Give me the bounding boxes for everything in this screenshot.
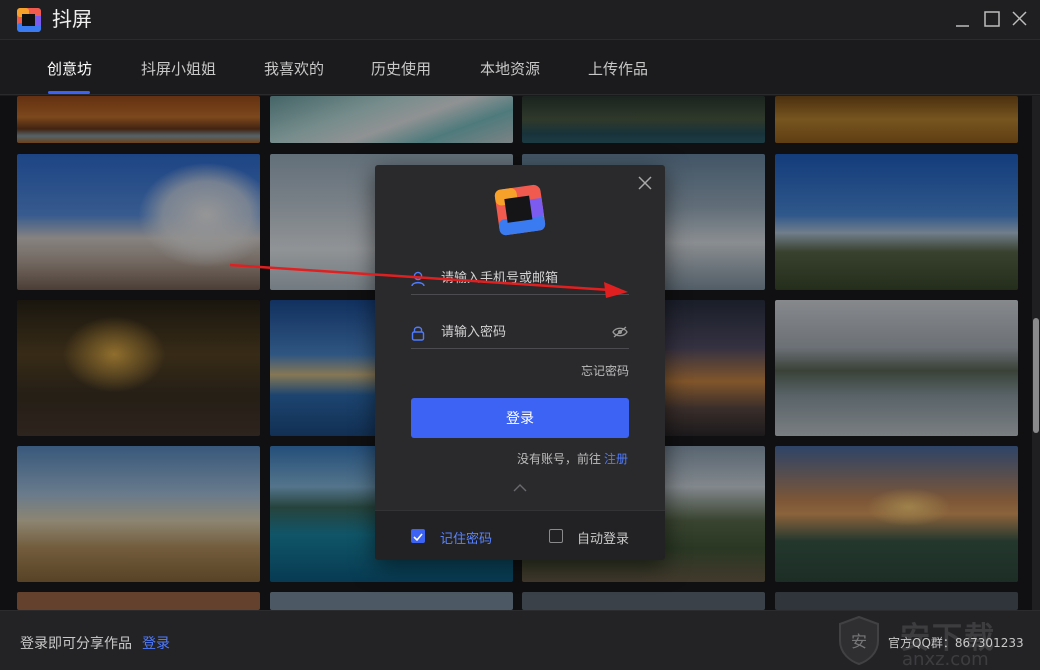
chevron-up-icon[interactable]: [512, 483, 528, 493]
wallpaper-thumbnail[interactable]: [17, 592, 260, 610]
dialog-logo-icon: [494, 184, 546, 236]
user-icon: [411, 271, 425, 287]
wallpaper-thumbnail[interactable]: [17, 446, 260, 582]
tab-upload-works[interactable]: 上传作品: [588, 58, 648, 79]
login-button[interactable]: 登录: [411, 398, 629, 438]
gallery-scrollbar[interactable]: [1032, 96, 1040, 610]
wallpaper-thumbnail[interactable]: [522, 96, 765, 143]
hide-password-icon[interactable]: [612, 326, 628, 338]
wallpaper-thumbnail[interactable]: [775, 96, 1018, 143]
official-qq-group: 官方QQ群：867301233: [888, 636, 1024, 650]
login-dialog: 忘记密码 登录 没有账号，前往 注册 记住密码 自动登录: [375, 165, 665, 560]
app-logo-icon: [17, 8, 41, 32]
tab-dou-screen-girls[interactable]: 抖屏小姐姐: [141, 58, 216, 79]
wallpaper-thumbnail[interactable]: [775, 446, 1018, 582]
wallpaper-thumbnail[interactable]: [522, 592, 765, 610]
checkmark-icon: [413, 533, 423, 542]
password-input[interactable]: [441, 321, 611, 343]
scrollbar-thumb[interactable]: [1033, 318, 1039, 433]
tab-creative-workshop[interactable]: 创意坊: [47, 58, 92, 79]
forgot-password-link[interactable]: 忘记密码: [581, 362, 629, 379]
lock-icon: [411, 326, 425, 341]
login-prompt-text: 登录即可分享作品: [20, 636, 132, 652]
close-icon[interactable]: [1009, 8, 1031, 30]
login-options: 记住密码 自动登录: [375, 510, 665, 560]
maximize-icon[interactable]: [982, 8, 1004, 30]
wallpaper-thumbnail[interactable]: [17, 300, 260, 436]
wallpaper-thumbnail[interactable]: [775, 592, 1018, 610]
password-field: [411, 317, 629, 349]
auto-login-label[interactable]: 自动登录: [577, 528, 629, 547]
tab-my-favorites[interactable]: 我喜欢的: [264, 58, 324, 79]
wallpaper-thumbnail[interactable]: [270, 96, 513, 143]
active-tab-indicator: [48, 91, 90, 94]
watermark-url: anxz.com: [902, 649, 989, 670]
watermark-shield-icon: 安: [839, 615, 879, 666]
username-input[interactable]: [441, 267, 611, 289]
remember-password-label[interactable]: 记住密码: [440, 528, 492, 547]
minimize-icon[interactable]: [952, 8, 974, 30]
tab-bar: 创意坊 抖屏小姐姐 我喜欢的 历史使用 本地资源 上传作品: [0, 41, 1040, 95]
wallpaper-thumbnail[interactable]: [17, 154, 260, 290]
title-bar: 抖屏: [0, 0, 1040, 40]
wallpaper-thumbnail[interactable]: [775, 154, 1018, 290]
dialog-close-icon[interactable]: [637, 175, 653, 191]
remember-password-checkbox[interactable]: [411, 529, 425, 543]
tab-local-resources[interactable]: 本地资源: [480, 58, 540, 79]
wallpaper-thumbnail[interactable]: [270, 592, 513, 610]
register-link[interactable]: 注册: [604, 450, 628, 467]
no-account-text: 没有账号，前往: [517, 452, 602, 466]
username-field: [411, 263, 629, 295]
footer-bar: 登录即可分享作品 登录 安 安下载 anxz.com 官方QQ群：8673012…: [0, 610, 1040, 670]
wallpaper-thumbnail[interactable]: [775, 300, 1018, 436]
app-title: 抖屏: [52, 7, 92, 31]
tab-history[interactable]: 历史使用: [371, 58, 431, 79]
wallpaper-thumbnail[interactable]: [17, 96, 260, 143]
footer-login-link[interactable]: 登录: [142, 633, 170, 653]
auto-login-checkbox[interactable]: [549, 529, 563, 543]
watermark-badge-text: 安: [851, 632, 867, 651]
